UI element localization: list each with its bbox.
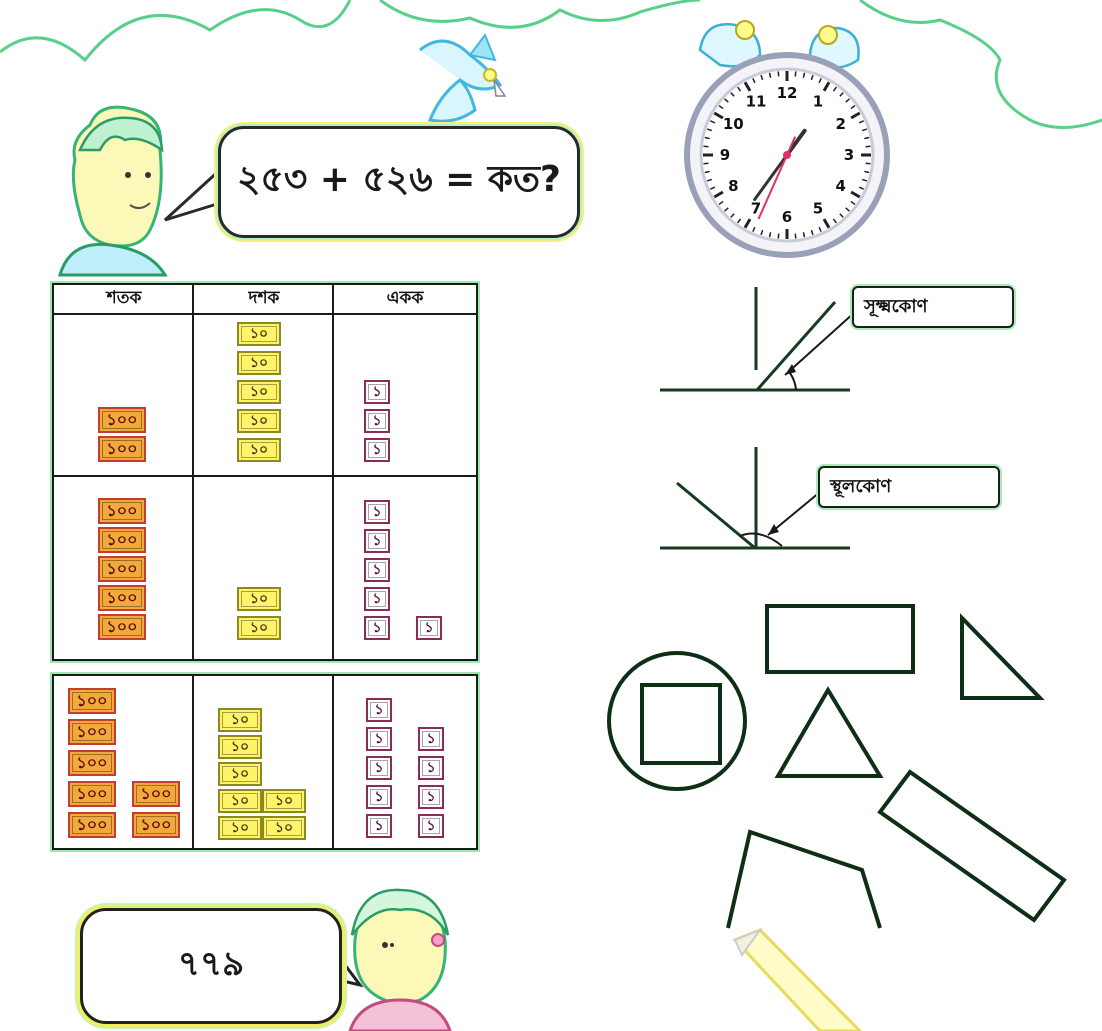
shape-triangle — [774, 686, 884, 778]
shapes — [607, 604, 1067, 929]
shape-rotated-rectangle — [877, 769, 1067, 923]
shape-square — [640, 683, 722, 765]
shape-right-triangle — [960, 613, 1045, 700]
shape-circle — [607, 651, 747, 791]
shape-open-polygon — [726, 829, 882, 929]
shape-rectangle — [765, 604, 915, 674]
